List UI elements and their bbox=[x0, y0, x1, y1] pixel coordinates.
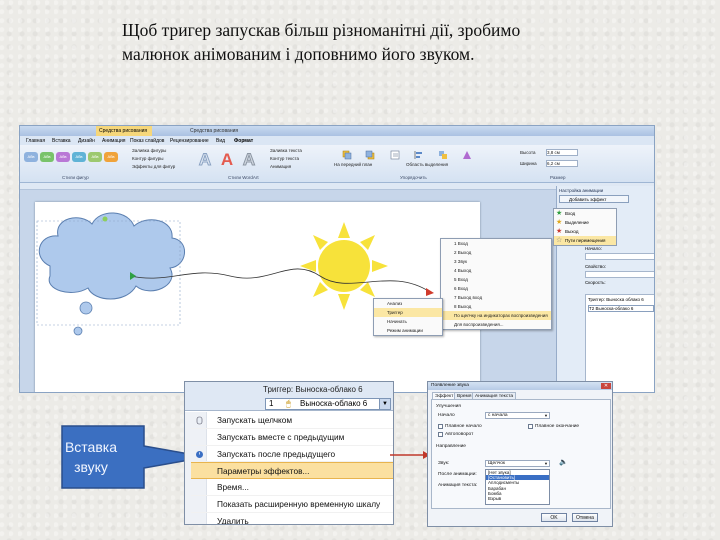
entrance-star-icon: ★ bbox=[556, 210, 563, 217]
tab-effect[interactable]: Эффект bbox=[432, 392, 457, 399]
sound-effect-dialog: Появление звука ✕ Эффект Время Анимация … bbox=[427, 381, 613, 527]
task-pane-title: Настройка анимации bbox=[559, 188, 604, 193]
sound-option-6[interactable]: Взрыв bbox=[486, 496, 549, 501]
heading-line-1: Щоб тригер запускав більш різноманітні д… bbox=[122, 20, 521, 40]
sun-shape[interactable] bbox=[300, 222, 388, 310]
smooth-end-checkbox[interactable] bbox=[528, 424, 533, 429]
effect-options-menu: Запускать щелчком Запускать вместе с пре… bbox=[191, 412, 393, 524]
mouse-icon: 🖱 bbox=[286, 399, 291, 408]
smooth-end-label: Плавное окончание bbox=[535, 424, 580, 429]
sound-label: Звук: bbox=[438, 461, 450, 466]
auto-reverse-label: Автоповорот bbox=[445, 432, 474, 437]
start-label: Начало bbox=[438, 413, 455, 418]
trigger-list-header: Триггер: Выноска облако 6 bbox=[588, 297, 644, 302]
smooth-start-label: Плавное начало bbox=[445, 424, 482, 429]
chevron-down-icon[interactable]: ▼ bbox=[379, 399, 390, 409]
rotate-handle[interactable] bbox=[102, 216, 108, 222]
effect-entrance[interactable]: ★ Вход bbox=[554, 209, 616, 218]
menu-effect-options[interactable]: Параметры эффектов... bbox=[191, 462, 393, 480]
chevron-down-icon: ▼ bbox=[544, 461, 548, 466]
sound-callout-text: Вставка звуку bbox=[62, 437, 120, 477]
red-arrow-icon bbox=[390, 451, 430, 459]
trigger-submenu-item[interactable]: По щелчку на индикаторах воспроизведения bbox=[441, 311, 551, 320]
start-select[interactable] bbox=[585, 253, 654, 260]
dialog-title: Появление звука bbox=[428, 382, 612, 390]
tab-text-animation[interactable]: Анимация текста bbox=[472, 392, 517, 399]
order-item-5[interactable]: 5 Вход bbox=[441, 275, 551, 284]
menu-start-after-previous[interactable]: Запускать после предыдущего bbox=[191, 446, 393, 463]
combo-text: Выноска-облако 6 bbox=[300, 399, 368, 408]
effect-emphasis[interactable]: ★ Выделение bbox=[554, 218, 616, 227]
animate-text-label: Анимация текста: bbox=[438, 483, 478, 488]
after-animation-label: После анимации: bbox=[438, 472, 477, 477]
motion-path-star-icon: ☆ bbox=[556, 237, 563, 244]
ctx-item-analysis[interactable]: Анализ bbox=[374, 299, 442, 308]
menu-timing[interactable]: Время... bbox=[191, 479, 393, 496]
order-item-8[interactable]: 8 Выход bbox=[441, 302, 551, 311]
start-select[interactable]: с начала ▼ bbox=[485, 412, 550, 419]
menu-show-timeline[interactable]: Показать расширенную временную шкалу bbox=[191, 496, 393, 513]
combo-index: 1 bbox=[269, 399, 274, 408]
smooth-start-checkbox[interactable] bbox=[438, 424, 443, 429]
order-item-2[interactable]: 2 Выход bbox=[441, 248, 551, 257]
order-item-6[interactable]: 6 Вход bbox=[441, 284, 551, 293]
direction-label: Направление bbox=[436, 444, 466, 449]
add-effect-button[interactable]: Добавить эффект bbox=[559, 195, 629, 203]
order-item-4[interactable]: 4 Выход bbox=[441, 266, 551, 275]
ctx-item-mode[interactable]: Режим анимации bbox=[374, 326, 442, 335]
heading-line-2: малюнок анімованим і доповнимо його звук… bbox=[122, 44, 475, 64]
exit-star-icon: ★ bbox=[556, 228, 563, 235]
start-label: Начало: bbox=[585, 246, 602, 251]
menu-start-on-click[interactable]: Запускать щелчком bbox=[191, 412, 393, 429]
trigger-label: Триггер: Выноска-облако 6 bbox=[263, 385, 363, 394]
animation-order-menu: 1 Вход 2 Выход 3 Звук 4 Выход 5 Вход 6 В… bbox=[440, 238, 552, 330]
effect-options-menu-screenshot: Триггер: Выноска-облако 6 1 🖱 Выноска-об… bbox=[184, 381, 394, 525]
menu-delete[interactable]: Удалить bbox=[191, 513, 393, 524]
chevron-down-icon: ▼ bbox=[544, 413, 548, 418]
sound-dropdown-list[interactable]: [Нет звука] [Остановить] Аплодисменты Ба… bbox=[485, 469, 550, 505]
animation-list[interactable]: Триггер: Выноска облако 6 Т2 Выноска-обл… bbox=[585, 294, 654, 392]
effect-exit[interactable]: ★ Выход bbox=[554, 227, 616, 236]
mouse-icon bbox=[196, 416, 203, 425]
timeline-item[interactable]: Для воспроизведения... bbox=[441, 320, 551, 329]
motion-path[interactable] bbox=[129, 268, 431, 293]
add-effect-menu: ★ Вход ★ Выделение ★ Выход ☆ Пути перемещени… bbox=[553, 208, 617, 246]
order-item-7[interactable]: 7 Выход вход bbox=[441, 293, 551, 302]
callout-line-2: звуку bbox=[74, 459, 108, 475]
powerpoint-screenshot: Средства рисования Средства рисования Гл… bbox=[19, 125, 655, 393]
cancel-button[interactable]: Отмена bbox=[572, 513, 598, 522]
property-select[interactable] bbox=[585, 271, 654, 278]
emphasis-star-icon: ★ bbox=[556, 219, 563, 226]
ok-button[interactable]: OK bbox=[541, 513, 567, 522]
menu-start-with-previous[interactable]: Запускать вместе с предыдущим bbox=[191, 429, 393, 446]
trigger-header: Триггер: Выноска-облако 6 1 🖱 Выноска-об… bbox=[185, 382, 393, 411]
property-label: Свойство: bbox=[585, 264, 607, 269]
ctx-item-start[interactable]: Начинать bbox=[374, 317, 442, 326]
section-label: Улучшения bbox=[436, 404, 461, 409]
callout-line-1: Вставка bbox=[64, 439, 118, 455]
path-end-marker bbox=[426, 288, 434, 296]
speaker-icon[interactable]: 🔈 bbox=[559, 459, 568, 467]
slide-heading: Щоб тригер запускав більш різноманітні д… bbox=[122, 18, 642, 66]
effect-motion-path[interactable]: ☆ Пути перемещения bbox=[554, 236, 616, 245]
slide-context-menu: Анализ Триггер Начинать Режим анимации bbox=[373, 298, 443, 336]
speed-label: Скорость: bbox=[585, 280, 606, 285]
order-item-1[interactable]: 1 Вход bbox=[441, 239, 551, 248]
auto-reverse-checkbox[interactable] bbox=[438, 432, 443, 437]
animation-combo[interactable]: 1 🖱 Выноска-облако 6 ▼ bbox=[265, 398, 391, 410]
clock-icon bbox=[196, 450, 203, 458]
cloud-callout[interactable] bbox=[38, 212, 185, 336]
order-item-3[interactable]: 3 Звук bbox=[441, 257, 551, 266]
animation-list-item[interactable]: Т2 Выноска-облако 6 bbox=[588, 305, 654, 312]
sound-select[interactable]: Щелчок ▼ bbox=[485, 460, 550, 467]
close-icon[interactable]: ✕ bbox=[601, 383, 611, 389]
ctx-item-trigger[interactable]: Триггер bbox=[374, 308, 442, 317]
